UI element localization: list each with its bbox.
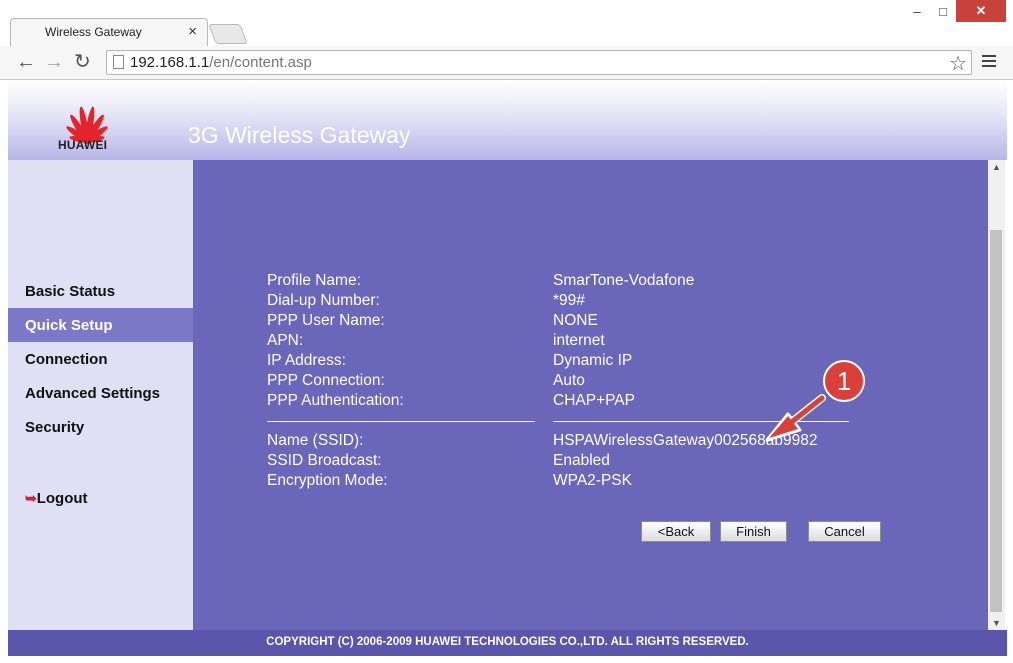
page-header: HUAWEI 3G Wireless Gateway	[8, 80, 1007, 160]
summary-row-profile-name: Profile Name: SmarTone-Vodafone	[267, 272, 827, 292]
summary-row-ssid-broadcast: SSID Broadcast: Enabled	[267, 452, 827, 472]
page-footer: COPYRIGHT (C) 2006-2009 HUAWEI TECHNOLOG…	[8, 630, 1007, 656]
url-host: 192.168.1.1	[130, 54, 210, 71]
brand-text: HUAWEI	[58, 138, 108, 152]
maximize-window-button[interactable]: □	[930, 0, 956, 22]
close-window-button[interactable]: ✕	[956, 0, 1006, 22]
sidebar-item-label: Advanced Settings	[25, 385, 161, 402]
router-page: HUAWEI 3G Wireless Gateway Basic Status …	[8, 80, 1007, 656]
summary-row-ssid: Name (SSID): HSPAWirelessGateway002568ab9…	[267, 432, 827, 452]
summary-row-ppp-authentication: PPP Authentication: CHAP+PAP	[267, 392, 827, 412]
field-value: *99#	[553, 292, 585, 309]
sidebar-item-label: Basic Status	[25, 283, 116, 300]
sidebar-item-label: Security	[25, 419, 85, 436]
sidebar-item-label: Quick Setup	[25, 317, 113, 334]
summary-row-apn: APN: internet	[267, 332, 827, 352]
summary-row-ppp-connection: PPP Connection: Auto	[267, 372, 827, 392]
section-divider	[267, 421, 535, 422]
logout-arrow-icon: ➥	[25, 490, 37, 506]
field-label: Name (SSID):	[267, 432, 364, 449]
browser-titlebar: Wireless Gateway × – □ ✕	[0, 0, 1013, 46]
section-divider	[553, 421, 849, 422]
field-value: HSPAWirelessGateway002568ab9982	[553, 432, 818, 449]
back-arrow-icon[interactable]: ←	[16, 50, 36, 74]
field-label: APN:	[267, 332, 304, 349]
logout-link[interactable]: ➥Logout	[8, 481, 193, 515]
sidebar-item-advanced-settings[interactable]: Advanced Settings	[8, 376, 193, 410]
field-value: Enabled	[553, 452, 610, 469]
field-value: Dynamic IP	[553, 352, 633, 369]
scroll-up-icon[interactable]: ▲	[992, 162, 1001, 172]
url-text: 192.168.1.1/en/content.asp	[130, 54, 312, 71]
page-icon	[113, 55, 124, 69]
scroll-down-icon[interactable]: ▼	[992, 618, 1001, 628]
tab-title: Wireless Gateway	[45, 25, 142, 39]
vertical-scrollbar[interactable]: ▲ ▼	[988, 160, 1005, 630]
new-tab-button[interactable]	[208, 24, 248, 44]
back-button[interactable]: <Back	[641, 521, 711, 542]
logout-label: Logout	[36, 490, 88, 507]
cancel-button[interactable]: Cancel	[808, 521, 881, 542]
field-value: SmarTone-Vodafone	[553, 272, 695, 289]
bookmark-star-icon[interactable]: ☆	[949, 51, 967, 76]
field-label: Dial-up Number:	[267, 292, 380, 309]
sidebar-item-basic-status[interactable]: Basic Status	[8, 274, 193, 308]
url-path: /en/content.asp	[209, 54, 312, 71]
field-value: Auto	[553, 372, 585, 389]
field-value: internet	[553, 332, 605, 349]
forward-arrow-icon[interactable]: →	[44, 50, 64, 74]
field-label: Encryption Mode:	[267, 472, 388, 489]
quick-setup-summary: Profile Name: SmarTone-Vodafone Dial-up N…	[193, 160, 988, 630]
field-value: NONE	[553, 312, 598, 329]
field-label: PPP Connection:	[267, 372, 385, 389]
sidebar-item-security[interactable]: Security	[8, 410, 193, 444]
browser-tab[interactable]: Wireless Gateway ×	[10, 18, 208, 46]
tab-close-icon[interactable]: ×	[188, 23, 197, 40]
summary-row-dialup-number: Dial-up Number: *99#	[267, 292, 827, 312]
scrollbar-thumb[interactable]	[990, 230, 1002, 612]
sidebar-item-quick-setup[interactable]: Quick Setup	[8, 308, 193, 342]
address-bar[interactable]: 192.168.1.1/en/content.asp ☆	[106, 50, 972, 75]
page-title: 3G Wireless Gateway	[188, 122, 411, 148]
browser-menu-icon[interactable]	[982, 55, 996, 70]
reload-icon[interactable]: ↻	[74, 50, 91, 74]
field-value: CHAP+PAP	[553, 392, 635, 409]
summary-row-ppp-user-name: PPP User Name: NONE	[267, 312, 827, 332]
summary-row-ip-address: IP Address: Dynamic IP	[267, 352, 827, 372]
finish-button[interactable]: Finish	[720, 521, 787, 542]
sidebar-item-connection[interactable]: Connection	[8, 342, 193, 376]
field-label: PPP User Name:	[267, 312, 385, 329]
summary-row-encryption-mode: Encryption Mode: WPA2-PSK	[267, 472, 827, 492]
field-value: WPA2-PSK	[553, 472, 632, 489]
browser-toolbar: ← → ↻ 192.168.1.1/en/content.asp ☆	[0, 46, 1013, 80]
field-label: Profile Name:	[267, 272, 361, 289]
field-label: PPP Authentication:	[267, 392, 404, 409]
sidebar-nav: Basic Status Quick Setup Connection Adva…	[8, 160, 193, 630]
field-label: IP Address:	[267, 352, 346, 369]
minimize-window-button[interactable]: –	[904, 0, 930, 22]
sidebar-item-label: Connection	[25, 351, 108, 368]
field-label: SSID Broadcast:	[267, 452, 382, 469]
